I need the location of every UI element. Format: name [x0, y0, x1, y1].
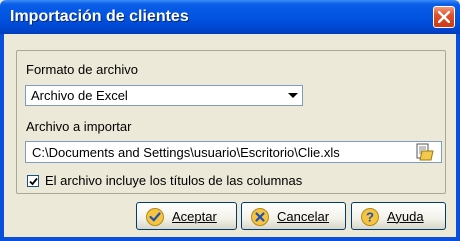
window-title: Importación de clientes — [10, 8, 189, 25]
x-icon — [251, 208, 269, 226]
folder-browse-icon[interactable] — [415, 143, 435, 161]
accept-label: Aceptar — [172, 209, 217, 224]
file-label: Archivo a importar — [26, 119, 132, 134]
close-button[interactable] — [433, 6, 455, 28]
help-label: Ayuda — [387, 209, 424, 224]
accept-button[interactable]: Aceptar — [136, 202, 237, 230]
help-button[interactable]: ? Ayuda — [351, 202, 446, 230]
question-icon: ? — [361, 208, 379, 226]
format-label: Formato de archivo — [26, 62, 138, 77]
checkmark-icon — [29, 177, 38, 186]
file-path-value: C:\Documents and Settings\usuario\Escrit… — [32, 145, 340, 160]
cancel-label: Cancelar — [277, 209, 330, 224]
include-titles-checkbox[interactable] — [27, 175, 39, 187]
format-select[interactable]: Archivo de Excel — [25, 85, 303, 106]
svg-text:?: ? — [366, 210, 374, 225]
chevron-down-icon — [288, 93, 298, 98]
title-bar: Importación de clientes — [0, 0, 460, 34]
close-icon — [438, 11, 450, 23]
include-titles-label[interactable]: El archivo incluye los títulos de las co… — [45, 173, 302, 188]
format-selected-value: Archivo de Excel — [31, 88, 128, 103]
cancel-button[interactable]: Cancelar — [241, 202, 346, 230]
file-path-field[interactable]: C:\Documents and Settings\usuario\Escrit… — [25, 141, 442, 163]
check-icon — [146, 208, 164, 226]
